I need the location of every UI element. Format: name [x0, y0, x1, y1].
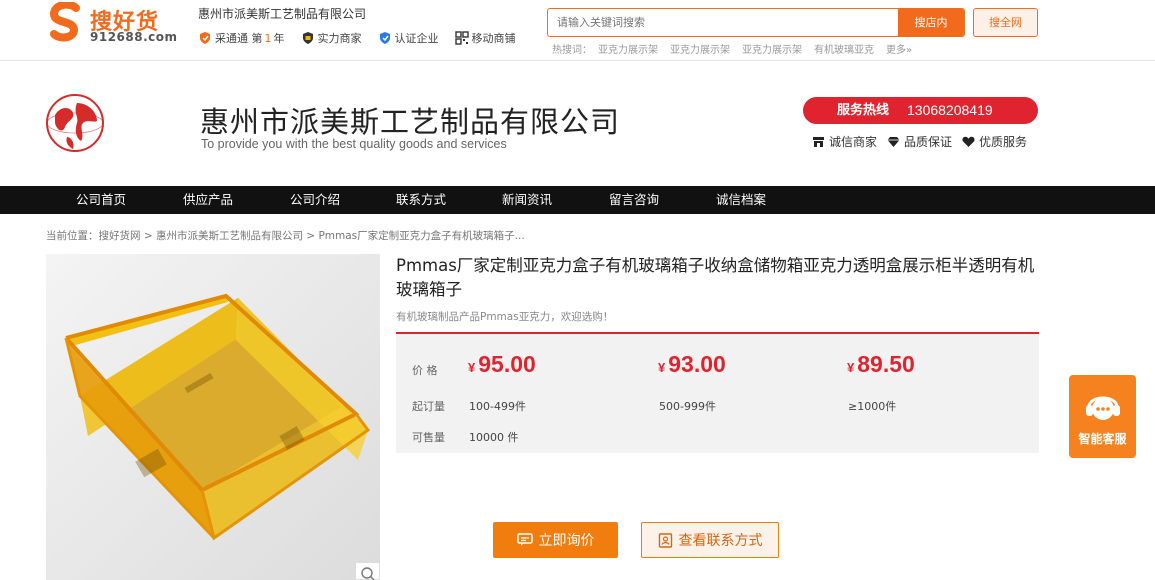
price-label: 价 格	[412, 364, 438, 377]
diamond-icon	[887, 136, 900, 147]
badge-mobile-shop-text: 移动商铺	[471, 32, 516, 45]
price-tier-1: ¥95.00	[468, 351, 536, 378]
nav-item-contact[interactable]: 联系方式	[396, 186, 446, 214]
badge-caitong-text-after: 年	[273, 32, 285, 45]
badge-caitong[interactable]: 采通通 第 1 年	[198, 30, 285, 46]
top-bar: 搜好货 912688.com 惠州市派美斯工艺制品有限公司 采通通 第 1 年 …	[0, 0, 1155, 61]
nav-item-about[interactable]: 公司介绍	[290, 186, 340, 214]
currency-symbol: ¥	[847, 360, 855, 375]
company-badges: 采通通 第 1 年 实力商家 认证企业 移动商铺	[198, 29, 532, 47]
hotline-number[interactable]: 13068208419	[907, 97, 993, 124]
moq-tier-2: 500-999件	[659, 400, 716, 413]
search-box: 搜店内	[547, 8, 965, 37]
search-in-shop-button[interactable]: 搜店内	[898, 9, 964, 36]
trust-badges: 诚信商家 品质保证 优质服务	[812, 133, 1037, 150]
price-tier-3: ¥89.50	[847, 351, 915, 378]
badge-caitong-text-before: 采通通 第	[215, 32, 263, 45]
certified-enterprise-icon	[379, 32, 390, 44]
trust-item-credit: 诚信商家	[812, 133, 877, 150]
company-title: 惠州市派美斯工艺制品有限公司	[200, 105, 621, 139]
search-input[interactable]	[548, 9, 898, 36]
top-company-name[interactable]: 惠州市派美斯工艺制品有限公司	[198, 5, 366, 22]
price-panel: 价 格 ¥95.00 ¥93.00 ¥89.50 起订量 100-499件 50…	[396, 332, 1039, 453]
inquiry-button-label: 立即询价	[538, 533, 595, 549]
moq-tier-1: 100-499件	[469, 400, 526, 413]
service-hotline-badge: 服务热线 13068208419	[803, 97, 1038, 124]
site-logo-domain: 912688.com	[90, 30, 178, 44]
site-logo-s-icon	[49, 2, 80, 42]
trust-item-quality: 品质保证	[887, 133, 952, 150]
view-contact-button-label: 查看联系方式	[678, 533, 763, 549]
contact-card-icon	[658, 532, 672, 548]
hot-word-link[interactable]: 亚克力展示架	[598, 41, 658, 56]
main-navigation: 公司首页 供应产品 公司介绍 联系方式 新闻资讯 留言咨询 诚信档案	[0, 186, 1155, 214]
company-globe-logo[interactable]	[45, 93, 105, 153]
hot-word-link[interactable]: 亚克力展示架	[670, 41, 730, 56]
qr-code-icon	[454, 31, 469, 45]
hot-word-link[interactable]: 有机玻璃亚克	[814, 41, 874, 56]
price-tier-2-value: 93.00	[668, 351, 726, 377]
price-tier-1-value: 95.00	[478, 351, 536, 377]
product-image[interactable]	[46, 254, 380, 580]
zoom-icon[interactable]	[355, 562, 380, 580]
trust-item-service-label: 优质服务	[979, 135, 1028, 149]
moq-label: 起订量	[412, 400, 445, 413]
nav-item-home[interactable]: 公司首页	[76, 186, 126, 214]
strength-merchant-icon	[302, 32, 313, 44]
caitong-shield-icon	[200, 32, 210, 44]
smart-service-label: 智能客服	[1078, 432, 1127, 446]
price-tier-2: ¥93.00	[658, 351, 726, 378]
price-tier-3-value: 89.50	[857, 351, 915, 377]
currency-symbol: ¥	[658, 360, 666, 375]
shop-icon	[813, 136, 824, 147]
hot-search-words: 热搜词： 亚克力展示架 亚克力展示架 亚克力展示架 有机玻璃亚克 更多»	[552, 41, 924, 56]
hot-words-more-link[interactable]: 更多»	[886, 41, 912, 56]
breadcrumb[interactable]: 当前位置：搜好货网 > 惠州市派美斯工艺制品有限公司 > Pmmas厂家定制亚克…	[46, 228, 525, 243]
search-all-button[interactable]: 搜全网	[973, 8, 1038, 37]
trust-item-quality-label: 品质保证	[904, 135, 953, 149]
badge-mobile-shop[interactable]: 移动商铺	[454, 30, 516, 46]
inquiry-button[interactable]: 立即询价	[493, 522, 618, 558]
product-title: Pmmas厂家定制亚克力盒子有机玻璃箱子收纳盒储物箱亚克力透明盒展示柜半透明有机…	[396, 256, 1035, 299]
hotline-label: 服务热线	[837, 103, 890, 118]
badge-caitong-years: 1	[264, 31, 272, 45]
hot-words-label: 热搜词：	[552, 45, 592, 56]
nav-item-credit-file[interactable]: 诚信档案	[716, 186, 766, 214]
moq-tier-3: ≥1000件	[848, 400, 897, 413]
stock-label: 可售量	[412, 431, 445, 444]
nav-item-products[interactable]: 供应产品	[183, 186, 233, 214]
view-contact-button[interactable]: 查看联系方式	[641, 522, 779, 558]
heart-icon	[962, 136, 975, 147]
badge-certified-enterprise[interactable]: 认证企业	[378, 30, 439, 46]
badge-strength-merchant[interactable]: 实力商家	[301, 30, 362, 46]
magnifier-icon	[361, 567, 375, 580]
badge-strength-merchant-text: 实力商家	[317, 32, 362, 45]
currency-symbol: ¥	[468, 360, 476, 375]
site-logo[interactable]: 搜好货 912688.com	[46, 2, 177, 46]
product-subtitle: 有机玻璃制品产品Pmmas亚克力，欢迎选购！	[396, 311, 614, 323]
trust-item-service: 优质服务	[962, 133, 1027, 150]
stock-value: 10000 件	[469, 431, 519, 444]
inquiry-chat-icon	[516, 533, 533, 546]
trust-item-credit-label: 诚信商家	[829, 135, 878, 149]
product-photo-acrylic-box	[46, 254, 380, 580]
nav-item-news[interactable]: 新闻资讯	[502, 186, 552, 214]
nav-item-message[interactable]: 留言咨询	[609, 186, 659, 214]
headset-chat-icon	[1086, 396, 1120, 420]
company-slogan: To provide you with the best quality goo…	[201, 137, 507, 151]
smart-service-float[interactable]: 智能客服	[1069, 375, 1136, 458]
hot-word-link[interactable]: 亚克力展示架	[742, 41, 802, 56]
badge-certified-enterprise-text: 认证企业	[394, 32, 439, 45]
